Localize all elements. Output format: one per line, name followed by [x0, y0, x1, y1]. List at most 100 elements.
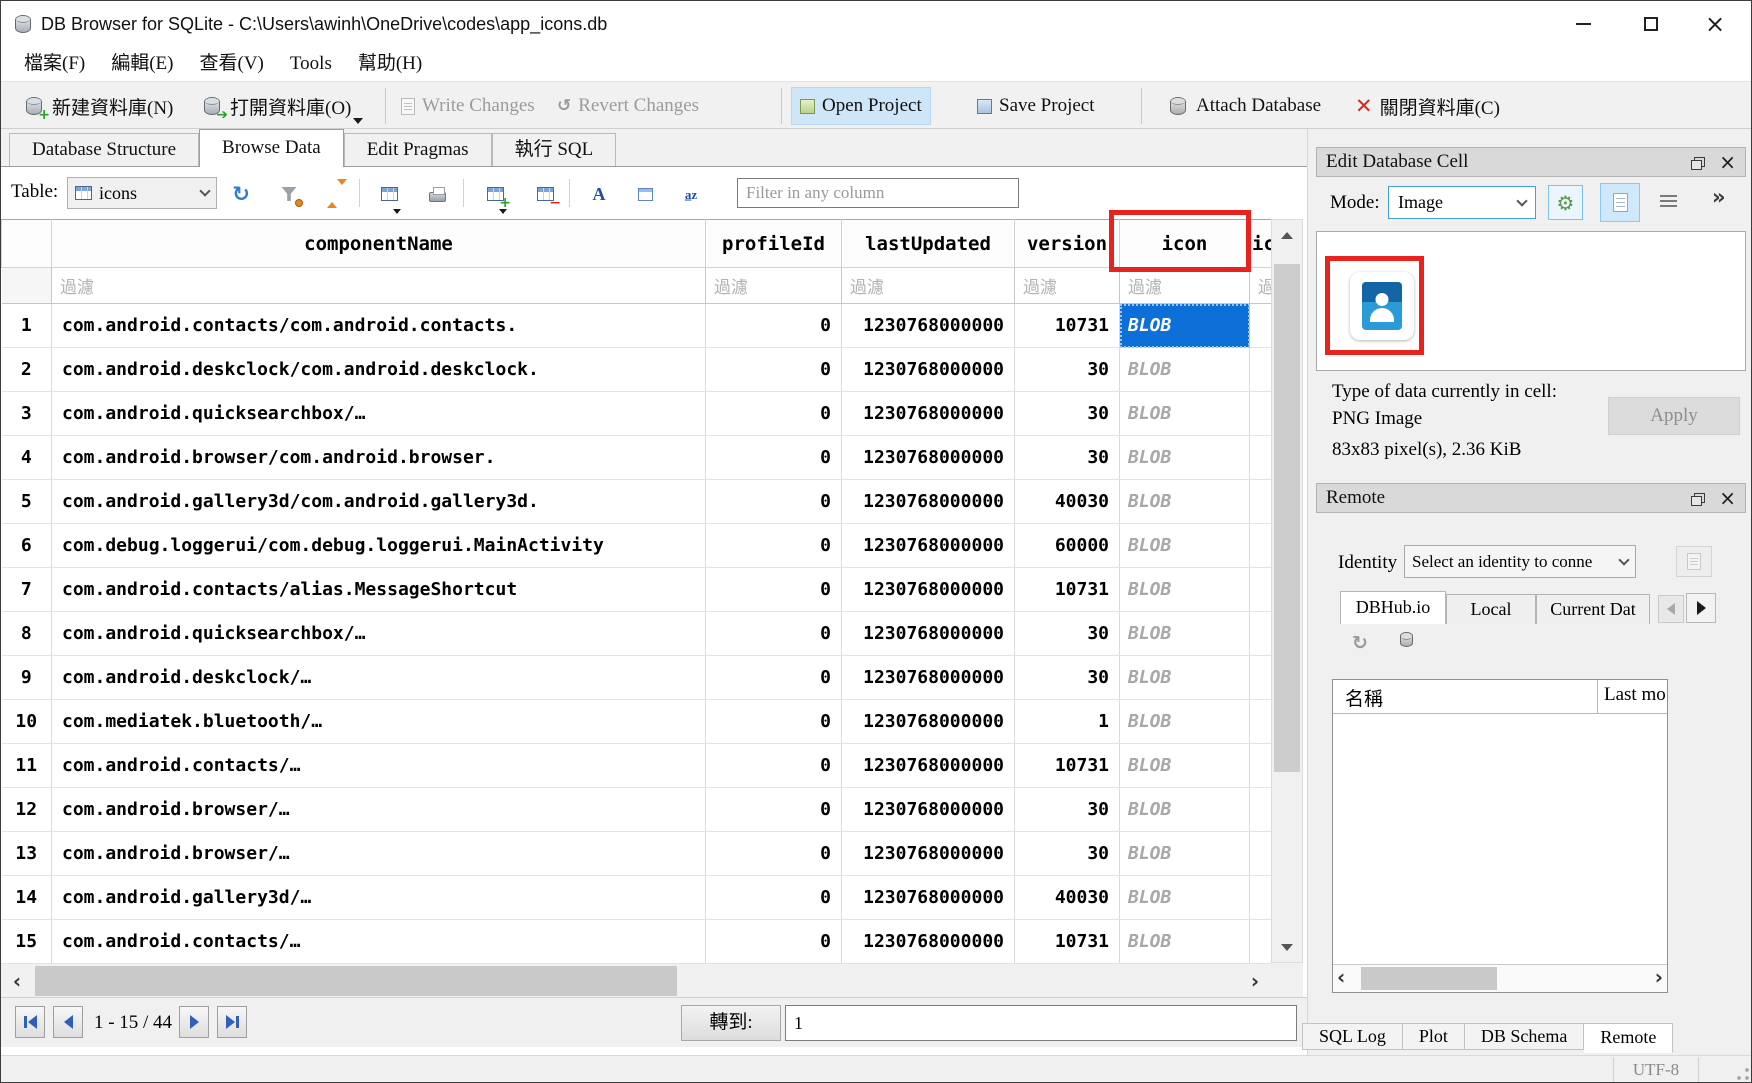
cell-componentName[interactable]: com.android.deskclock/com.android.deskcl…: [52, 348, 706, 392]
clear-filters-button[interactable]: [273, 179, 305, 209]
new-record-button[interactable]: +: [479, 179, 511, 209]
float-panel-icon[interactable]: [1691, 493, 1703, 504]
scroll-left-button[interactable]: ‹: [1, 964, 33, 998]
cell-version[interactable]: 40030: [1015, 480, 1120, 524]
cell-profileId[interactable]: 0: [706, 832, 842, 876]
cell-icon[interactable]: BLOB: [1120, 612, 1250, 656]
save-project-button[interactable]: Save Project: [969, 87, 1103, 125]
vertical-scrollbar[interactable]: [1271, 219, 1303, 963]
cell-icon[interactable]: BLOB: [1120, 480, 1250, 524]
save-filter-button[interactable]: [321, 179, 353, 209]
cell-profileId[interactable]: 0: [706, 524, 842, 568]
filter-input-componentName[interactable]: 過濾: [52, 268, 706, 304]
row-number[interactable]: 15: [2, 920, 52, 964]
remote-refresh-icon[interactable]: ↻: [1352, 632, 1368, 654]
row-number[interactable]: 6: [2, 524, 52, 568]
cell-icon[interactable]: BLOB: [1120, 832, 1250, 876]
cell-lastUpdated[interactable]: 1230768000000: [842, 744, 1015, 788]
import-data-button[interactable]: ⚙: [1548, 185, 1583, 220]
new-database-button[interactable]: + 新建資料庫(N): [15, 87, 181, 125]
maximize-button[interactable]: [1619, 1, 1683, 47]
first-record-button[interactable]: [15, 1006, 45, 1038]
cell-componentName[interactable]: com.mediatek.bluetooth/…: [52, 700, 706, 744]
cell-profileId[interactable]: 0: [706, 876, 842, 920]
cell-version[interactable]: 10731: [1015, 744, 1120, 788]
menu-item-查看-v-[interactable]: 查看(V): [187, 49, 277, 79]
filter-input-version[interactable]: 過濾: [1015, 268, 1120, 304]
tab-scroll-right-button[interactable]: [1686, 593, 1716, 623]
cell-version[interactable]: 30: [1015, 612, 1120, 656]
menu-item-編輯-e-[interactable]: 編輯(E): [98, 49, 186, 79]
filter-input-lastUpdated[interactable]: 過濾: [842, 268, 1015, 304]
cell-icon[interactable]: BLOB: [1120, 392, 1250, 436]
cell-lastUpdated[interactable]: 1230768000000: [842, 876, 1015, 920]
cell-profileId[interactable]: 0: [706, 656, 842, 700]
popout-editor-button[interactable]: [629, 179, 661, 209]
cell-icon[interactable]: BLOB: [1120, 304, 1250, 348]
cell-version[interactable]: 30: [1015, 392, 1120, 436]
menu-item-tools[interactable]: Tools: [277, 49, 345, 79]
tab-執行-sql[interactable]: 執行 SQL: [492, 133, 617, 166]
cell-version[interactable]: 30: [1015, 656, 1120, 700]
close-database-button[interactable]: ✕ 關閉資料庫(C): [1347, 87, 1508, 125]
column-header-ic[interactable]: ic: [1250, 220, 1272, 268]
tab-browse-data[interactable]: Browse Data: [199, 129, 344, 167]
dock-tab-remote[interactable]: Remote: [1584, 1023, 1673, 1053]
column-header-lastUpdated[interactable]: lastUpdated: [842, 220, 1015, 268]
cell-profileId[interactable]: 0: [706, 744, 842, 788]
table-select[interactable]: icons: [67, 177, 217, 209]
cell-profileId[interactable]: 0: [706, 568, 842, 612]
attach-database-button[interactable]: Attach Database: [1159, 87, 1329, 125]
text-mode-button[interactable]: [1600, 183, 1640, 222]
cell-lastUpdated[interactable]: 1230768000000: [842, 304, 1015, 348]
cell-lastUpdated[interactable]: 1230768000000: [842, 568, 1015, 612]
name-column-header[interactable]: 名稱: [1333, 680, 1598, 713]
vertical-scrollbar-thumb[interactable]: [1274, 264, 1300, 772]
cell-profileId[interactable]: 0: [706, 436, 842, 480]
filter-input-profileId[interactable]: 過濾: [706, 268, 842, 304]
dock-tab-plot[interactable]: Plot: [1403, 1023, 1465, 1050]
cell-profileId[interactable]: 0: [706, 480, 842, 524]
close-panel-icon[interactable]: ×: [1719, 152, 1736, 172]
goto-button[interactable]: 轉到:: [681, 1005, 781, 1041]
cell-componentName[interactable]: com.android.quicksearchbox/…: [52, 392, 706, 436]
cell-version[interactable]: 30: [1015, 832, 1120, 876]
cell-lastUpdated[interactable]: 1230768000000: [842, 700, 1015, 744]
row-number[interactable]: 7: [2, 568, 52, 612]
cell-icon[interactable]: BLOB: [1120, 524, 1250, 568]
row-number[interactable]: 10: [2, 700, 52, 744]
row-number[interactable]: 13: [2, 832, 52, 876]
cell-version[interactable]: 1: [1015, 700, 1120, 744]
cell-profileId[interactable]: 0: [706, 788, 842, 832]
cell-componentName[interactable]: com.android.browser/com.android.browser.: [52, 436, 706, 480]
filter-input-icon[interactable]: 過濾: [1120, 268, 1250, 304]
cell-componentName[interactable]: com.android.contacts/…: [52, 744, 706, 788]
cell-lastUpdated[interactable]: 1230768000000: [842, 656, 1015, 700]
scroll-up-button[interactable]: [1272, 220, 1302, 250]
remote-scrollbar-thumb[interactable]: [1361, 967, 1497, 990]
minimize-button[interactable]: [1551, 1, 1615, 47]
menu-item-幫助-h-[interactable]: 幫助(H): [345, 49, 435, 79]
revert-changes-button[interactable]: ↺ Revert Changes: [549, 87, 707, 125]
cell-icon[interactable]: BLOB: [1120, 700, 1250, 744]
cell-componentName[interactable]: com.debug.loggerui/com.debug.loggerui.Ma…: [52, 524, 706, 568]
menu-item-檔案-f-[interactable]: 檔案(F): [11, 49, 98, 79]
new-record-dropdown-icon[interactable]: [499, 209, 507, 214]
refresh-button[interactable]: ↻: [225, 179, 257, 209]
next-page-button[interactable]: [179, 1006, 209, 1038]
cell-lastUpdated[interactable]: 1230768000000: [842, 392, 1015, 436]
clone-database-button[interactable]: [1676, 546, 1712, 577]
row-number[interactable]: 9: [2, 656, 52, 700]
cell-lastUpdated[interactable]: 1230768000000: [842, 348, 1015, 392]
open-database-dropdown-icon[interactable]: [353, 118, 363, 124]
cell-componentName[interactable]: com.android.quicksearchbox/…: [52, 612, 706, 656]
export-dropdown-icon[interactable]: [393, 209, 401, 214]
cell-icon[interactable]: BLOB: [1120, 568, 1250, 612]
close-button[interactable]: ×: [1683, 1, 1747, 47]
column-header-profileId[interactable]: profileId: [706, 220, 842, 268]
cell-lastUpdated[interactable]: 1230768000000: [842, 436, 1015, 480]
identity-select[interactable]: Select an identity to conne: [1404, 545, 1636, 578]
encoding-button[interactable]: a̲z: [675, 179, 707, 209]
row-number[interactable]: 11: [2, 744, 52, 788]
dock-tab-db-schema[interactable]: DB Schema: [1465, 1023, 1584, 1050]
